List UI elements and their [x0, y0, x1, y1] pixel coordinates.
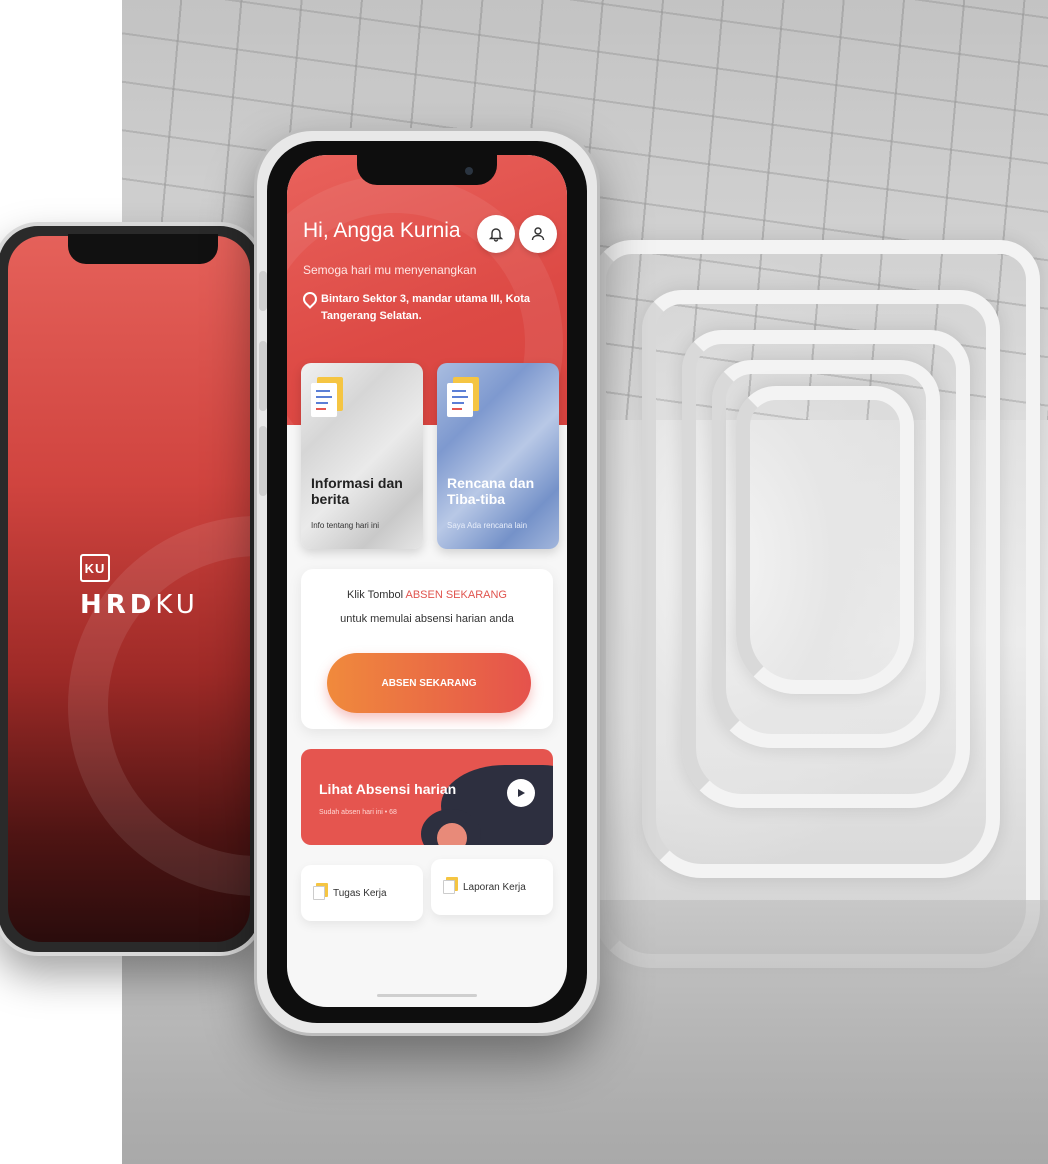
splash-screen: KU HRDKU [8, 236, 250, 942]
splash-phone: KU HRDKU [0, 222, 264, 956]
attendance-prompt-line2: untuk memulai absensi harian anda [340, 613, 514, 625]
phone-notch [357, 155, 497, 185]
document-icon [443, 880, 455, 894]
notification-button[interactable] [477, 215, 515, 253]
document-icon [447, 383, 473, 417]
bell-icon [488, 228, 504, 242]
banner-decoration [437, 823, 467, 845]
document-icon [313, 886, 325, 900]
home-indicator [377, 994, 477, 997]
phone-notch [68, 234, 218, 264]
location-address: Bintaro Sektor 3, mandar utama III, Kota… [300, 289, 561, 325]
document-icon [311, 383, 337, 417]
quick-link-label: Laporan Kerja [463, 881, 526, 893]
attendance-prompt: Klik Tombol ABSEN SEKARANG [301, 589, 553, 601]
play-button[interactable] [507, 779, 535, 807]
info-news-card[interactable]: Informasi dan berita Info tentang hari i… [301, 363, 423, 549]
side-button [259, 341, 267, 411]
greeting-subtitle: Semoga hari mu menyenangkan [303, 263, 477, 277]
prompt-prefix: Klik Tombol [347, 589, 406, 601]
camera-icon [465, 167, 473, 175]
side-button [259, 271, 267, 311]
prompt-highlight: ABSEN SEKARANG [405, 589, 507, 601]
plans-card[interactable]: Rencana dan Tiba-tiba Saya Ada rencana l… [437, 363, 559, 549]
tugas-kerja-button[interactable]: Tugas Kerja [301, 865, 423, 921]
attendance-panel: Klik Tombol ABSEN SEKARANG untuk memulai… [301, 569, 553, 729]
card-subtitle: Saya Ada rencana lain [447, 521, 528, 530]
card-title: Informasi dan berita [311, 475, 403, 507]
logo-badge: KU [80, 554, 110, 582]
address-text: Bintaro Sektor 3, mandar utama III, Kota… [321, 293, 531, 322]
logo-wordmark-light: KU [155, 590, 199, 620]
laporan-kerja-button[interactable]: Laporan Kerja [431, 859, 553, 915]
view-attendance-banner[interactable]: Lihat Absensi harian Sudah absen hari in… [301, 749, 553, 845]
card-title: Rencana dan Tiba-tiba [447, 475, 535, 507]
card-subtitle: Info tentang hari ini [311, 521, 380, 530]
banner-title: Lihat Absensi harian [319, 781, 457, 797]
app-logo: KU HRDKU [80, 554, 199, 620]
corridor-arch [736, 386, 914, 694]
play-icon [518, 789, 525, 797]
profile-button[interactable] [519, 215, 557, 253]
side-button [259, 426, 267, 496]
logo-wordmark-bold: HRD [80, 590, 156, 620]
banner-subtitle: Sudah absen hari ini • 68 [319, 809, 397, 816]
home-screen: Hi, Angga Kurnia Semoga hari mu menyenan… [287, 155, 567, 1007]
absen-now-button[interactable]: ABSEN SEKARANG [327, 653, 531, 713]
pin-icon [300, 289, 320, 309]
quick-link-label: Tugas Kerja [333, 887, 387, 899]
logo-wordmark: HRDKU [80, 590, 199, 620]
greeting-title: Hi, Angga Kurnia [303, 219, 461, 242]
home-phone: Hi, Angga Kurnia Semoga hari mu menyenan… [254, 128, 600, 1036]
user-icon [531, 227, 545, 241]
